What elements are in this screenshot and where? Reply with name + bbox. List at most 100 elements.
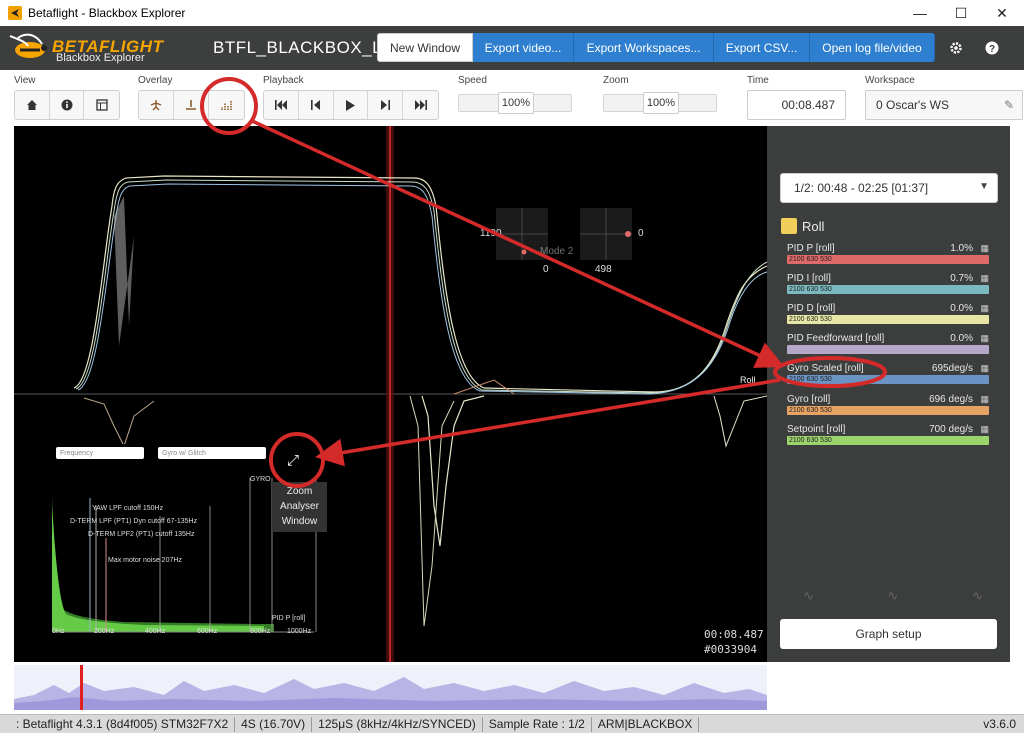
speed-slider-handle[interactable]: 100%	[498, 92, 534, 114]
analyser-icon[interactable]: ▦	[980, 333, 989, 344]
status-bar: : Betaflight 4.3.1 (8d4f005) STM32F7X2 4…	[0, 714, 1024, 733]
field-value: 1.0%	[950, 243, 973, 254]
wave-icon[interactable]: ∿	[972, 588, 983, 608]
wave-icon[interactable]: ∿	[888, 588, 899, 608]
field-color-bar: 2100 630 530	[787, 255, 989, 264]
analyser-tick: 200Hz	[94, 628, 115, 635]
field-row[interactable]: PID D [roll] 0.0% ▦ 2100 630 530	[787, 303, 991, 331]
speed-slider[interactable]: 100%	[458, 92, 572, 114]
field-scale: 2100 630 530	[789, 316, 832, 323]
table-icon[interactable]	[84, 91, 119, 119]
overlay-label: Overlay	[138, 75, 173, 86]
minimize-button[interactable]: —	[900, 0, 940, 26]
help-icon[interactable]: ?	[982, 38, 1002, 58]
open-log-button[interactable]: Open log file/video	[810, 33, 935, 62]
maximize-button[interactable]: ☐	[941, 0, 981, 26]
step-forward-icon[interactable]	[368, 91, 404, 119]
play-icon[interactable]	[334, 91, 369, 119]
analyser-note: D-TERM LPF2 (PT1) cutoff 135Hz	[88, 531, 195, 538]
analyser-field-select[interactable]: Gyro w/ Glitch	[158, 447, 266, 459]
time-input[interactable]: 00:08.487	[747, 90, 846, 120]
field-color-bar: 2100 630 530	[787, 436, 989, 445]
log-segment-select[interactable]: 1/2: 00:48 - 02:25 [01:37] ▼	[780, 173, 998, 203]
home-icon[interactable]	[15, 91, 50, 119]
graph-group-header[interactable]: Roll	[781, 218, 824, 234]
graph-time: 00:08.487	[704, 628, 764, 641]
skip-end-icon[interactable]	[403, 91, 438, 119]
gear-icon[interactable]	[946, 38, 966, 58]
export-video-button[interactable]: Export video...	[473, 33, 574, 62]
field-name: PID I [roll]	[787, 273, 831, 284]
craft-icon[interactable]	[174, 91, 209, 119]
field-row[interactable]: Setpoint [roll] 700 deg/s ▦ 2100 630 530	[787, 424, 991, 452]
field-row[interactable]: PID I [roll] 0.7% ▦ 2100 630 530	[787, 273, 991, 301]
collapse-icon[interactable]	[781, 218, 797, 234]
analyser-tick: 0Hz	[52, 628, 65, 635]
workspace-label: Workspace	[865, 75, 915, 86]
pencil-icon[interactable]: ✎	[1004, 98, 1014, 112]
sticks-icon[interactable]	[139, 91, 174, 119]
window-titlebar: Betaflight - Blackbox Explorer — ☐ ✕	[0, 0, 1024, 26]
field-row[interactable]: PID Feedforward [roll] 0.0% ▦	[787, 333, 991, 361]
status-loop-time: 125μS (8kHz/4kHz/SYNCED)	[312, 716, 483, 732]
toolbar: View Overlay Playback Speed 100% Zoom 10…	[0, 70, 1024, 126]
field-row[interactable]: Gyro [roll] 696 deg/s ▦ 2100 630 530	[787, 394, 991, 422]
field-name: Gyro Scaled [roll]	[787, 363, 864, 374]
log-segment-value: 1/2: 00:48 - 02:25 [01:37]	[794, 181, 929, 195]
field-name: PID Feedforward [roll]	[787, 333, 885, 344]
status-battery: 4S (16.70V)	[235, 716, 313, 732]
app-version: v3.6.0	[983, 717, 1016, 731]
step-back-icon[interactable]	[299, 91, 334, 119]
zoom-slider[interactable]: 100%	[603, 92, 717, 114]
analyser-icon[interactable]: ▦	[980, 303, 989, 314]
field-name: PID D [roll]	[787, 303, 836, 314]
status-flags: ARM|BLACKBOX	[592, 716, 700, 732]
field-color-bar: 2100 630 530	[787, 375, 989, 384]
view-label: View	[14, 75, 36, 86]
analyser-icon[interactable]: ▦	[980, 243, 989, 254]
graph-frame-number: #0033904	[704, 643, 757, 656]
analyser-icon[interactable]	[209, 91, 244, 119]
speed-label: Speed	[458, 75, 487, 86]
overlay-button-group	[138, 90, 245, 120]
analyser-icon[interactable]: ▦	[980, 394, 989, 405]
left-stick-value: 1190	[480, 228, 502, 239]
info-icon[interactable]	[50, 91, 85, 119]
zoom-analyser-tooltip: Zoom Analyser Window	[272, 482, 327, 532]
tooltip-line-3: Window	[281, 516, 318, 527]
field-name: Setpoint [roll]	[787, 424, 846, 435]
seek-bar-activity	[14, 665, 767, 710]
log-graph-canvas[interactable]: 1190 Mode 2 0 498 0 Roll Frequency Gyro …	[14, 126, 767, 662]
expand-icon[interactable]: ⤢	[287, 452, 299, 469]
export-workspaces-button[interactable]: Export Workspaces...	[574, 33, 714, 62]
analyser-icon[interactable]: ▦	[980, 273, 989, 284]
workspace-select[interactable]: 0 Oscar's WS ✎	[865, 90, 1023, 120]
seek-bar[interactable]	[14, 665, 767, 710]
field-row[interactable]: PID P [roll] 1.0% ▦ 2100 630 530	[787, 243, 991, 271]
analyser-mode-select[interactable]: Frequency	[56, 447, 144, 459]
wave-icon[interactable]: ∿	[803, 588, 814, 608]
graph-traces	[14, 126, 767, 662]
field-color-bar: 2100 630 530	[787, 285, 989, 294]
tooltip-line-2: Analyser	[280, 501, 319, 512]
field-color-bar: 2100 630 530	[787, 315, 989, 324]
graph-setup-button[interactable]: Graph setup	[780, 619, 997, 649]
field-row[interactable]: Gyro Scaled [roll] 695deg/s ▦ 2100 630 530	[787, 363, 991, 391]
field-scale: 2100 630 530	[789, 256, 832, 263]
close-button[interactable]: ✕	[982, 0, 1022, 26]
export-csv-button[interactable]: Export CSV...	[714, 33, 810, 62]
analyser-icon[interactable]: ▦	[980, 363, 989, 374]
playback-button-group	[263, 90, 439, 120]
zoom-slider-handle[interactable]: 100%	[643, 92, 679, 114]
left-stick-mode: Mode 2	[540, 246, 574, 257]
right-stick-sub: 498	[595, 264, 612, 275]
svg-text:?: ?	[989, 44, 995, 55]
new-window-button[interactable]: New Window	[377, 33, 473, 62]
field-scale: 2100 630 530	[789, 437, 832, 444]
field-color-bar: 2100 630 530	[787, 406, 989, 415]
skip-start-icon[interactable]	[264, 91, 299, 119]
playback-label: Playback	[263, 75, 304, 86]
field-value: 700 deg/s	[929, 424, 973, 435]
analyser-icon[interactable]: ▦	[980, 424, 989, 435]
status-firmware: : Betaflight 4.3.1 (8d4f005) STM32F7X2	[0, 716, 236, 732]
